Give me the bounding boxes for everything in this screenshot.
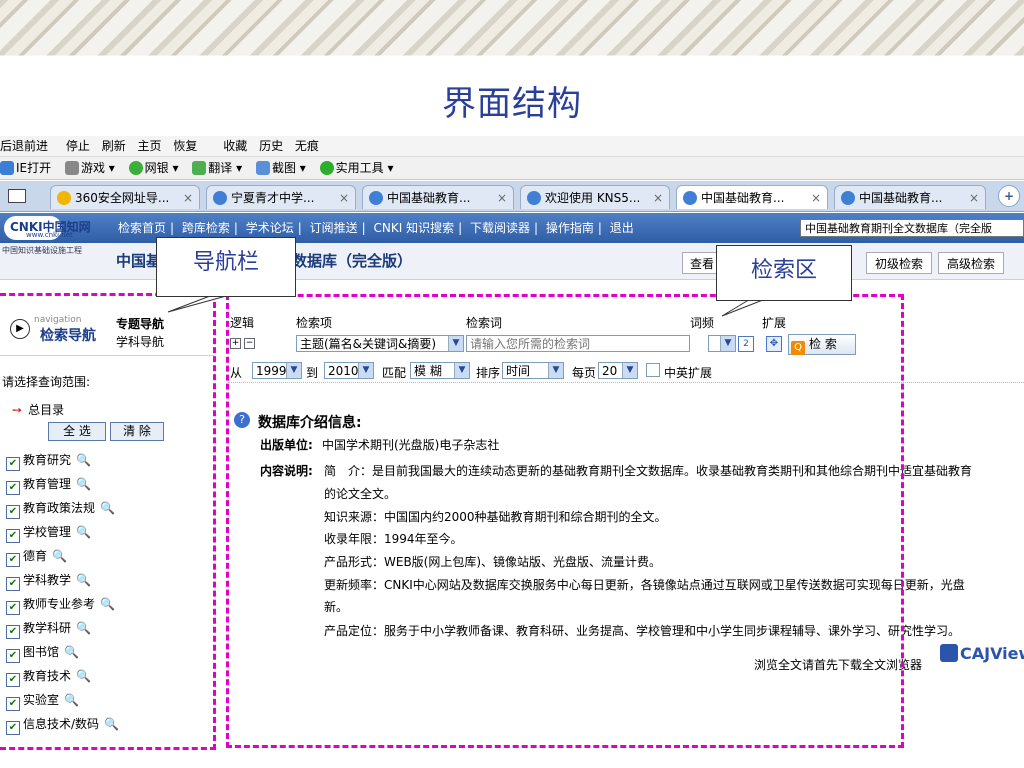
callout-pointers (167, 295, 769, 317)
nav-callout: 导航栏 (156, 237, 296, 297)
search-callout: 检索区 (716, 245, 852, 301)
nav-callout-pointer (167, 295, 227, 313)
